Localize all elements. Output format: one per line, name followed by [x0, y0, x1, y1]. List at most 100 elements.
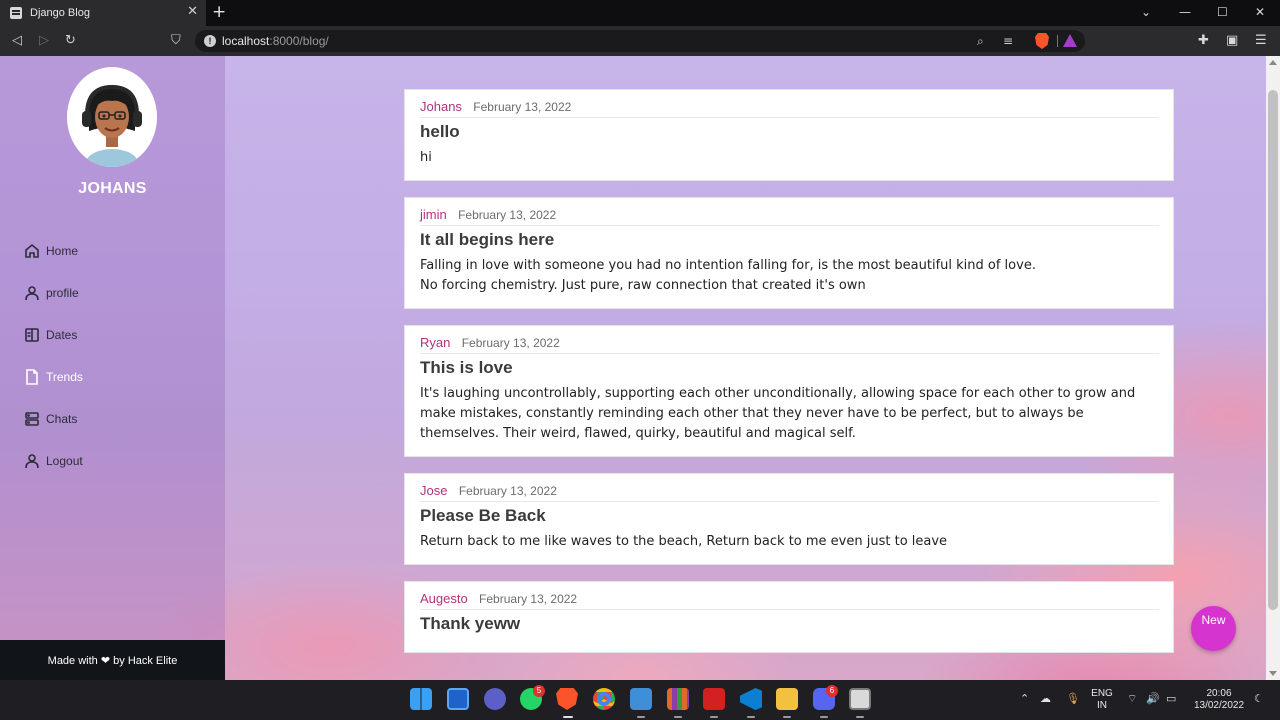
- brave-shields-icon[interactable]: [1035, 33, 1049, 49]
- scroll-thumb[interactable]: [1268, 90, 1278, 610]
- url-text[interactable]: localhost:8000/blog/: [222, 34, 329, 48]
- post-title[interactable]: hello: [420, 122, 1159, 142]
- sidebar-item-profile[interactable]: profile: [24, 272, 83, 314]
- username: JOHANS: [78, 180, 147, 197]
- battery-icon[interactable]: ▭: [1166, 692, 1176, 706]
- sidebar-item-chats[interactable]: Chats: [24, 398, 83, 440]
- running-app-indicator: [747, 716, 755, 718]
- region-code: IN: [1097, 700, 1107, 711]
- sidebar-item-label: Dates: [46, 328, 78, 342]
- site-info-icon[interactable]: !: [204, 35, 216, 47]
- file-icon: [26, 369, 38, 385]
- running-app-indicator: [637, 716, 645, 718]
- avatar[interactable]: [67, 67, 157, 167]
- avatar-illustration: [82, 84, 142, 167]
- winrar-icon[interactable]: [667, 688, 689, 710]
- sidebar: JOHANS Home profile Dates Trends Chats L…: [0, 56, 225, 680]
- chrome-icon[interactable]: [593, 688, 615, 710]
- url-host: localhost: [222, 34, 270, 48]
- show-hidden-icons-icon[interactable]: ⌃: [1020, 692, 1029, 706]
- post-meta: jimin February 13, 2022: [420, 207, 1159, 226]
- reload-icon[interactable]: ↻: [65, 33, 76, 49]
- forward-icon[interactable]: ▷: [39, 33, 49, 49]
- post-list: Johans February 13, 2022 hello hi jimin …: [404, 89, 1174, 669]
- toolbar-divider: [1057, 35, 1058, 47]
- new-tab-icon[interactable]: +: [212, 3, 226, 21]
- scroll-down-icon[interactable]: [1269, 671, 1277, 676]
- new-post-button[interactable]: New: [1191, 606, 1236, 651]
- acrobat-icon[interactable]: [703, 688, 725, 710]
- clock[interactable]: 20:06 13/02/2022: [1190, 688, 1248, 712]
- wallet-icon[interactable]: ▣: [1226, 33, 1238, 49]
- sidebar-item-home[interactable]: Home: [24, 230, 83, 272]
- user-icon: [25, 454, 39, 469]
- user-icon: [25, 286, 39, 301]
- bookmark-icon[interactable]: ⛉: [171, 33, 181, 49]
- sidebar-item-label: Logout: [46, 454, 83, 468]
- running-app-indicator: [710, 716, 718, 718]
- maximize-icon[interactable]: ☐: [1217, 5, 1228, 19]
- sidebar-item-label: Chats: [46, 412, 78, 426]
- post-author-link[interactable]: Johans: [420, 99, 462, 114]
- extensions-icon[interactable]: ✚: [1198, 33, 1209, 49]
- snipping-tool-icon[interactable]: [849, 688, 871, 710]
- post-body: Return back to me like waves to the beac…: [420, 534, 948, 549]
- post-title[interactable]: It all begins here: [420, 230, 1159, 250]
- post-card: Jose February 13, 2022 Please Be Back Re…: [404, 473, 1174, 565]
- post-author-link[interactable]: Augesto: [420, 591, 468, 606]
- sidebar-item-dates[interactable]: Dates: [24, 314, 83, 356]
- teams-chat-icon[interactable]: [484, 688, 506, 710]
- post-title[interactable]: Thank yeww: [420, 614, 1159, 634]
- menu-icon[interactable]: ☰: [1255, 33, 1267, 49]
- notepad-icon[interactable]: [630, 688, 652, 710]
- back-icon[interactable]: ◁: [12, 33, 22, 49]
- post-meta: Augesto February 13, 2022: [420, 591, 1159, 610]
- post-author-link[interactable]: Ryan: [420, 335, 450, 350]
- tab-search-chevron-icon[interactable]: ⌄: [1141, 5, 1151, 19]
- language-indicator[interactable]: ENG IN: [1090, 688, 1114, 712]
- brave-rewards-icon[interactable]: [1063, 34, 1077, 47]
- page-scrollbar[interactable]: [1266, 56, 1280, 680]
- vscode-icon[interactable]: [740, 688, 762, 710]
- running-app-indicator: [674, 716, 682, 718]
- book-icon: [25, 328, 39, 342]
- footer-suffix: by Hack Elite: [113, 655, 178, 667]
- clock-date: 13/02/2022: [1193, 700, 1245, 711]
- post-meta: Jose February 13, 2022: [420, 483, 1159, 502]
- onedrive-cloud-icon[interactable]: ☁: [1040, 692, 1051, 706]
- browser-tab-bar: Django Blog ✕ + ⌄ — ☐ ✕: [0, 0, 1280, 26]
- page-viewport: JOHANS Home profile Dates Trends Chats L…: [0, 56, 1280, 680]
- url-path: :8000/blog/: [269, 34, 329, 48]
- task-view-icon[interactable]: [447, 688, 469, 710]
- post-title[interactable]: Please Be Back: [420, 506, 1159, 526]
- post-body: Falling in love with someone you had no …: [420, 258, 1036, 293]
- post-author-link[interactable]: jimin: [420, 207, 447, 222]
- post-card: Johans February 13, 2022 hello hi: [404, 89, 1174, 181]
- running-app-indicator: [856, 716, 864, 718]
- reader-mode-icon[interactable]: ≡: [1003, 34, 1013, 48]
- brave-browser-icon[interactable]: [556, 688, 578, 710]
- notifications-icon[interactable]: ☾: [1254, 692, 1264, 706]
- address-bar[interactable]: ! localhost:8000/blog/ ⌕ ≡: [195, 30, 1085, 52]
- volume-icon[interactable]: 🔊: [1146, 692, 1160, 706]
- minimize-icon[interactable]: —: [1179, 5, 1191, 19]
- file-explorer-icon[interactable]: [776, 688, 798, 710]
- browser-tab[interactable]: Django Blog ✕: [0, 0, 206, 26]
- windows-start-icon[interactable]: [410, 688, 432, 710]
- zoom-icon[interactable]: ⌕: [977, 34, 984, 48]
- heart-icon: ❤: [100, 655, 111, 667]
- page-favicon-icon: [10, 7, 22, 19]
- sidebar-item-trends[interactable]: Trends: [24, 356, 83, 398]
- close-window-icon[interactable]: ✕: [1255, 5, 1265, 19]
- running-app-indicator: [820, 716, 828, 718]
- post-title[interactable]: This is love: [420, 358, 1159, 378]
- post-meta: Johans February 13, 2022: [420, 99, 1159, 118]
- post-card: Ryan February 13, 2022 This is love It's…: [404, 325, 1174, 457]
- close-tab-icon[interactable]: ✕: [187, 5, 198, 19]
- sidebar-item-logout[interactable]: Logout: [24, 440, 83, 482]
- microphone-icon[interactable]: 🎙: [1066, 692, 1080, 706]
- post-body: hi: [420, 150, 432, 165]
- wifi-icon[interactable]: ⌔: [1127, 692, 1137, 706]
- scroll-up-icon[interactable]: [1269, 60, 1277, 65]
- post-author-link[interactable]: Jose: [420, 483, 447, 498]
